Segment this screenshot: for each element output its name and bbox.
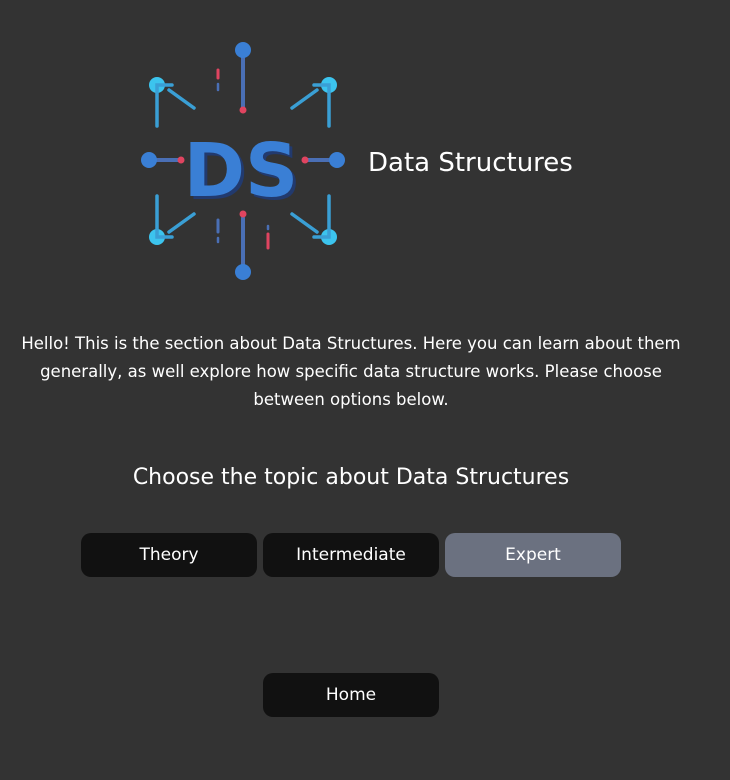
topic-heading: Choose the topic about Data Structures [132, 465, 570, 490]
intro-text: Hello! This is the section about Data St… [21, 334, 681, 409]
page-title: Data Structures [368, 148, 573, 178]
theory-button[interactable]: Theory [81, 533, 257, 577]
intermediate-button[interactable]: Intermediate [263, 533, 439, 577]
data-structures-logo-icon: DS DS [141, 42, 345, 280]
expert-button[interactable]: Expert [445, 533, 621, 577]
logo-text: DS [184, 128, 299, 214]
topic-button-group: Theory Intermediate Expert [81, 533, 621, 577]
page-header: DS DS Data Structures [0, 0, 730, 300]
home-button[interactable]: Home [263, 673, 439, 717]
